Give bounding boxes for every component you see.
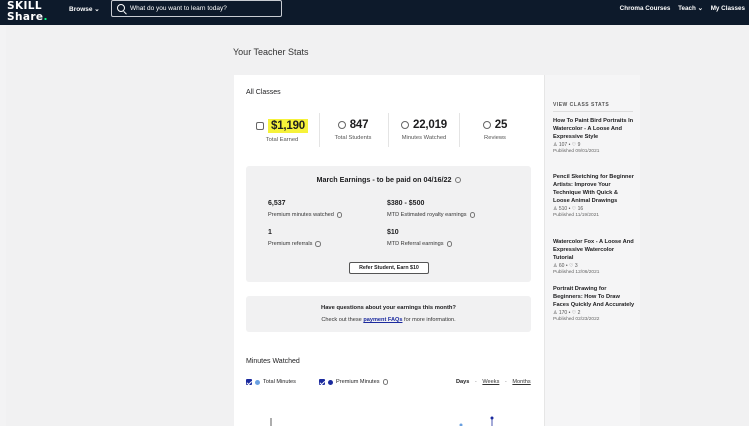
search-icon [117, 4, 125, 12]
stat-label: Total Earned [265, 137, 299, 143]
checkbox-premium-minutes[interactable] [319, 379, 325, 385]
referral-earnings-value: $10 [387, 229, 399, 236]
search-placeholder: What do you want to learn today? [130, 5, 227, 12]
person-icon [337, 121, 346, 129]
referrals-value: 1 [268, 229, 272, 236]
class-title[interactable]: How To Paint Bird Portraits In Watercolo… [553, 117, 635, 141]
minutes-chart [270, 416, 494, 426]
browse-menu[interactable]: Browse ⌄ [69, 5, 100, 13]
premium-minutes-value: 6,537 [268, 200, 286, 207]
premium-minutes-label: Premium minutes watched [268, 212, 343, 218]
stat-label: Total Students [334, 135, 372, 141]
legend-total-minutes[interactable]: Total Minutes [246, 379, 296, 385]
referral-earnings-label: MTD Referral earnings [387, 241, 453, 247]
legend-label: Premium Minutes [336, 379, 380, 385]
stat-total-earned: $1,190 Total Earned [247, 119, 317, 143]
heart-icon [482, 121, 491, 129]
info-icon[interactable] [382, 379, 389, 385]
referrals-label: Premium referrals [268, 241, 321, 247]
class-title[interactable]: Pencil Sketching for Beginner Artists: I… [553, 173, 635, 205]
class-item[interactable]: Portrait Drawing for Beginners: How To D… [553, 285, 635, 322]
info-icon[interactable] [454, 177, 461, 184]
range-selector: Days · Weeks · Months [456, 379, 531, 385]
info-icon[interactable] [446, 241, 453, 247]
stat-reviews: 25 Reviews [460, 119, 530, 141]
class-published: Published 11/19/2021 [553, 213, 600, 218]
stats-card: All Classes $1,190 Total Earned 847 Tota… [234, 75, 544, 426]
info-icon[interactable] [469, 212, 476, 218]
class-meta: ♙ 60 • ♡ 3 [553, 263, 578, 269]
search-input[interactable]: What do you want to learn today? [111, 0, 282, 17]
payment-faqs-link[interactable]: payment FAQs [363, 317, 402, 323]
faq-text: Check out these payment FAQs for more in… [321, 317, 456, 323]
refer-student-button[interactable]: Refer Student, Earn $10 [349, 262, 429, 274]
class-meta: ♙ 510 • ♡ 16 [553, 206, 584, 212]
class-title[interactable]: Portrait Drawing for Beginners: How To D… [553, 285, 635, 309]
class-item[interactable]: Watercolor Fox - A Loose And Expressive … [553, 238, 635, 275]
stat-value: $1,190 [268, 119, 308, 133]
faq-box: Have questions about your earnings this … [246, 296, 531, 332]
side-heading: VIEW CLASS STATS [553, 102, 610, 108]
legend-label: Total Minutes [263, 379, 296, 385]
class-stats-panel: VIEW CLASS STATS How To Paint Bird Portr… [544, 75, 640, 426]
all-classes-heading: All Classes [246, 89, 281, 96]
class-published: Published 02/23/2022 [553, 317, 600, 322]
range-days[interactable]: Days [456, 379, 469, 385]
earnings-box: March Earnings - to be paid on 04/16/22 … [246, 166, 531, 282]
stat-label: Minutes Watched [401, 135, 447, 141]
earnings-title: March Earnings - to be paid on 04/16/22 [246, 175, 531, 184]
class-item[interactable]: How To Paint Bird Portraits In Watercolo… [553, 117, 635, 154]
nav-right-links: Chroma Courses Teach ⌄ My Classes [614, 5, 745, 12]
stat-value: 25 [494, 119, 508, 131]
minutes-watched-title: Minutes Watched [246, 358, 300, 365]
divider [553, 111, 633, 112]
range-weeks[interactable]: Weeks [482, 379, 499, 385]
top-nav: SKILL Share. Browse ⌄ What do you want t… [0, 0, 749, 25]
play-icon [401, 121, 409, 129]
skillshare-logo[interactable]: SKILL Share. [7, 1, 48, 22]
stat-total-students: 847 Total Students [318, 119, 388, 141]
class-meta: ♙ 107 • ♡ 9 [553, 142, 581, 148]
class-item[interactable]: Pencil Sketching for Beginner Artists: I… [553, 173, 635, 218]
series-dot [328, 379, 333, 385]
info-icon[interactable] [315, 241, 321, 247]
range-months[interactable]: Months [512, 379, 530, 385]
faq-question: Have questions about your earnings this … [321, 305, 456, 311]
class-published: Published 09/01/2021 [553, 149, 600, 154]
stat-minutes-watched: 22,019 Minutes Watched [389, 119, 459, 141]
stat-value: 847 [349, 119, 369, 131]
class-title[interactable]: Watercolor Fox - A Loose And Expressive … [553, 238, 635, 262]
wallet-icon [256, 122, 264, 130]
chart-point [490, 416, 494, 420]
nav-teach[interactable]: Teach ⌄ [678, 5, 703, 12]
page-title: Your Teacher Stats [233, 47, 309, 57]
info-icon[interactable] [336, 212, 343, 218]
royalty-label: MTD Estimated royalty earnings [387, 212, 476, 218]
series-dot [255, 379, 260, 385]
nav-chroma-courses[interactable]: Chroma Courses [620, 5, 671, 12]
nav-my-classes[interactable]: My Classes [711, 5, 745, 12]
legend-premium-minutes[interactable]: Premium Minutes [319, 379, 389, 385]
checkbox-total-minutes[interactable] [246, 379, 252, 385]
left-strip [0, 25, 6, 426]
royalty-value: $380 - $500 [387, 200, 425, 207]
class-published: Published 12/06/2021 [553, 270, 600, 275]
stat-value: 22,019 [413, 119, 447, 131]
stat-label: Reviews [484, 135, 506, 141]
class-meta: ♙ 170 • ♡ 2 [553, 310, 581, 316]
